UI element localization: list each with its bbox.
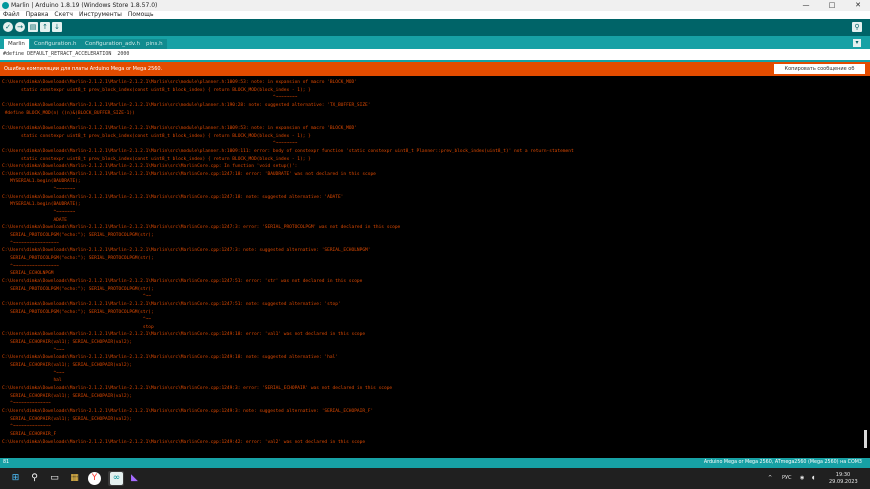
line-number: 81	[3, 460, 10, 465]
menu-file[interactable]: Файл	[0, 11, 23, 19]
menu-tools[interactable]: Инструменты	[76, 11, 125, 19]
close-button[interactable]: ✕	[846, 0, 870, 11]
console-output[interactable]: C:\Users\dimka\Downloads\Marlin-2.1.2.1\…	[0, 76, 862, 458]
menu-edit[interactable]: Правка	[23, 11, 52, 19]
console-scrollbar[interactable]	[862, 76, 870, 458]
tab-pins-h[interactable]: pins.h	[142, 39, 167, 49]
clock-date: 29.09.2023	[829, 478, 858, 485]
minimize-button[interactable]: —	[794, 0, 818, 11]
yandex-browser-icon[interactable]: Y	[88, 472, 101, 485]
search-icon[interactable]: ⚲	[28, 472, 41, 485]
save-sketch-button[interactable]: ↓	[52, 22, 62, 32]
file-explorer-icon[interactable]: ▦	[68, 472, 81, 485]
tray-chevron-icon[interactable]: ^	[768, 468, 772, 489]
tab-configuration-h[interactable]: Configuration.h	[30, 39, 81, 49]
tab-menu-button[interactable]: ▾	[853, 39, 861, 47]
code-editor[interactable]: #define DEFAULT_RETRACT_ACCELERATION 200…	[0, 49, 870, 60]
volume-icon[interactable]: ◖	[812, 468, 815, 489]
windows-taskbar: ⊞ ⚲ ▭ ▦ Y ▣ ∞ ◣ ^ РУС ◉ ◖ 19:30 29.09.20…	[0, 468, 870, 489]
visual-studio-icon[interactable]: ◣	[128, 472, 141, 485]
verify-button[interactable]: ✓	[3, 22, 13, 32]
error-bar: Ошибка компиляции для платы Arduino Mega…	[0, 62, 870, 82]
console-scrollbar-thumb[interactable]	[864, 430, 867, 448]
serial-monitor-button[interactable]: ⚲	[852, 22, 862, 32]
upload-button[interactable]: →	[15, 22, 25, 32]
copy-error-button[interactable]: Копировать сообщение об ошибке	[774, 64, 865, 82]
sketch-tabs: Marlin Configuration.h Configuration_adv…	[0, 36, 870, 49]
new-sketch-button[interactable]: ▤	[28, 22, 38, 32]
console-line: C:\Users\dimka\Downloads\Marlin-2.1.2.1\…	[2, 439, 366, 445]
tab-marlin[interactable]: Marlin	[4, 39, 29, 49]
task-view-icon[interactable]: ▭	[48, 472, 61, 485]
menu-bar: Файл Правка Скетч Инструменты Помощь	[0, 11, 870, 19]
window-title: Marlin | Arduino 1.8.19 (Windows Store 1…	[11, 2, 158, 9]
language-indicator[interactable]: РУС	[782, 468, 792, 489]
status-bar: 81 Arduino Mega or Mega 2560, ATmega2560…	[0, 458, 870, 468]
title-bar: Marlin | Arduino 1.8.19 (Windows Store 1…	[0, 0, 870, 11]
error-message: Ошибка компиляции для платы Arduino Mega…	[4, 66, 163, 72]
arduino-logo-icon	[2, 2, 9, 9]
tab-configuration-adv-h[interactable]: Configuration_adv.h	[81, 39, 144, 49]
arduino-taskbar-icon[interactable]: ∞	[110, 472, 123, 485]
menu-help[interactable]: Помощь	[125, 11, 157, 19]
board-info: Arduino Mega or Mega 2560, ATmega2560 (M…	[703, 460, 862, 465]
menu-sketch[interactable]: Скетч	[51, 11, 76, 19]
toolbar: ✓ → ▤ ↑ ↓ ⚲	[0, 19, 870, 36]
maximize-button[interactable]: □	[820, 0, 844, 11]
network-icon[interactable]: ◉	[800, 468, 804, 489]
clock[interactable]: 19:30 29.09.2023	[829, 472, 858, 485]
open-sketch-button[interactable]: ↑	[40, 22, 50, 32]
start-icon[interactable]: ⊞	[9, 472, 22, 485]
